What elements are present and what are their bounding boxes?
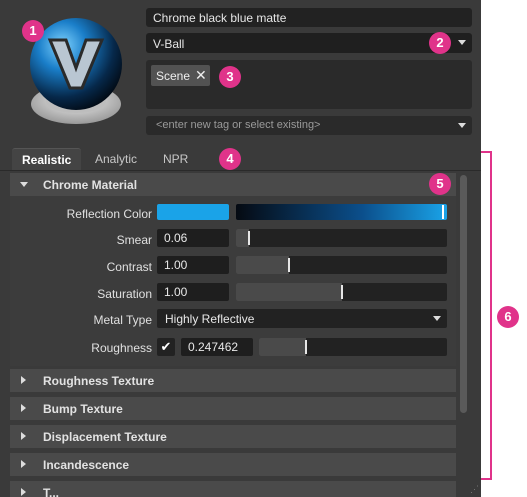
section-bracket xyxy=(481,151,492,480)
section-header-displacement-texture[interactable]: Displacement Texture xyxy=(10,425,456,448)
collapse-arrow-icon xyxy=(21,432,26,440)
saturation-value-field[interactable]: 1.00 xyxy=(157,283,229,301)
checkmark-icon: ✔ xyxy=(160,339,172,354)
reflection-color-label: Reflection Color xyxy=(66,207,152,221)
callout-6: 6 xyxy=(497,306,519,328)
roughness-label: Roughness xyxy=(91,341,152,355)
material-type-text: V-Ball xyxy=(153,37,185,51)
tags-container: Scene ✕ xyxy=(146,60,472,109)
contrast-value-field[interactable]: 1.00 xyxy=(157,256,229,274)
section-header-chrome-material[interactable]: Chrome Material xyxy=(10,173,456,196)
saturation-label: Saturation xyxy=(97,287,152,301)
contrast-value: 1.00 xyxy=(164,258,188,272)
roughness-slider[interactable] xyxy=(259,338,447,356)
vertical-scrollbar[interactable] xyxy=(458,170,470,497)
smear-label: Smear xyxy=(116,233,152,247)
roughness-value-field[interactable]: 0.247462 xyxy=(181,338,253,356)
collapse-arrow-icon xyxy=(21,488,26,496)
chevron-down-icon xyxy=(458,123,466,128)
section-header-partial[interactable]: T... xyxy=(10,481,456,497)
material-name-text: Chrome black blue matte xyxy=(153,11,287,25)
section-header-roughness-texture[interactable]: Roughness Texture xyxy=(10,369,456,392)
scrollbar-thumb[interactable] xyxy=(460,175,467,413)
roughness-checkbox[interactable]: ✔ xyxy=(157,338,175,356)
collapse-arrow-icon xyxy=(21,376,26,384)
slider-thumb[interactable] xyxy=(248,231,250,245)
slider-thumb[interactable] xyxy=(341,285,343,299)
tab-npr[interactable]: NPR xyxy=(153,148,198,170)
close-icon[interactable]: ✕ xyxy=(195,67,207,84)
metal-type-dropdown[interactable]: Highly Reflective xyxy=(157,309,447,328)
slider-fill xyxy=(259,338,306,356)
tag-input-placeholder: <enter new tag or select existing> xyxy=(156,119,321,131)
callout-1: 1 xyxy=(22,20,44,42)
expand-arrow-icon xyxy=(20,182,28,187)
chevron-down-icon xyxy=(433,316,441,321)
tag-chip-scene[interactable]: Scene ✕ xyxy=(151,65,210,86)
tag-chip-label: Scene xyxy=(156,69,191,83)
section-title: Roughness Texture xyxy=(43,374,155,388)
smear-slider[interactable] xyxy=(236,229,447,247)
chevron-down-icon xyxy=(458,40,466,45)
material-type-dropdown[interactable]: V-Ball xyxy=(146,33,472,53)
tab-divider xyxy=(0,170,481,171)
slider-thumb[interactable] xyxy=(288,258,290,272)
callout-2: 2 xyxy=(429,32,451,54)
callout-3: 3 xyxy=(219,66,241,88)
section-header-incandescence[interactable]: Incandescence xyxy=(10,453,456,476)
roughness-value: 0.247462 xyxy=(188,340,239,354)
section-title: Incandescence xyxy=(43,458,130,472)
slider-thumb[interactable] xyxy=(442,205,444,219)
section-title: Displacement Texture xyxy=(43,430,167,444)
smear-value-field[interactable]: 0.06 xyxy=(157,229,229,247)
contrast-slider[interactable] xyxy=(236,256,447,274)
slider-fill xyxy=(236,256,289,274)
callout-5: 5 xyxy=(429,173,451,195)
section-title: T... xyxy=(43,486,60,497)
section-title: Bump Texture xyxy=(43,402,123,416)
tab-realistic[interactable]: Realistic xyxy=(12,148,82,171)
metal-type-value: Highly Reflective xyxy=(165,312,255,326)
slider-fill xyxy=(236,283,342,301)
resize-grip-icon[interactable]: ⋰ xyxy=(470,484,479,495)
tab-analytic[interactable]: Analytic xyxy=(85,148,147,170)
smear-value: 0.06 xyxy=(164,231,188,245)
tag-input-field[interactable]: <enter new tag or select existing> xyxy=(146,116,472,135)
saturation-value: 1.00 xyxy=(164,285,188,299)
slider-thumb[interactable] xyxy=(305,340,307,354)
reflection-color-slider[interactable] xyxy=(236,204,447,220)
contrast-label: Contrast xyxy=(106,260,152,274)
collapse-arrow-icon xyxy=(21,460,26,468)
section-title: Chrome Material xyxy=(43,178,138,192)
saturation-slider[interactable] xyxy=(236,283,447,301)
section-header-bump-texture[interactable]: Bump Texture xyxy=(10,397,456,420)
material-name-field[interactable]: Chrome black blue matte xyxy=(146,8,472,27)
callout-4: 4 xyxy=(219,148,241,170)
collapse-arrow-icon xyxy=(21,404,26,412)
metal-type-label: Metal Type xyxy=(93,313,152,327)
reflection-color-swatch[interactable] xyxy=(157,204,229,220)
